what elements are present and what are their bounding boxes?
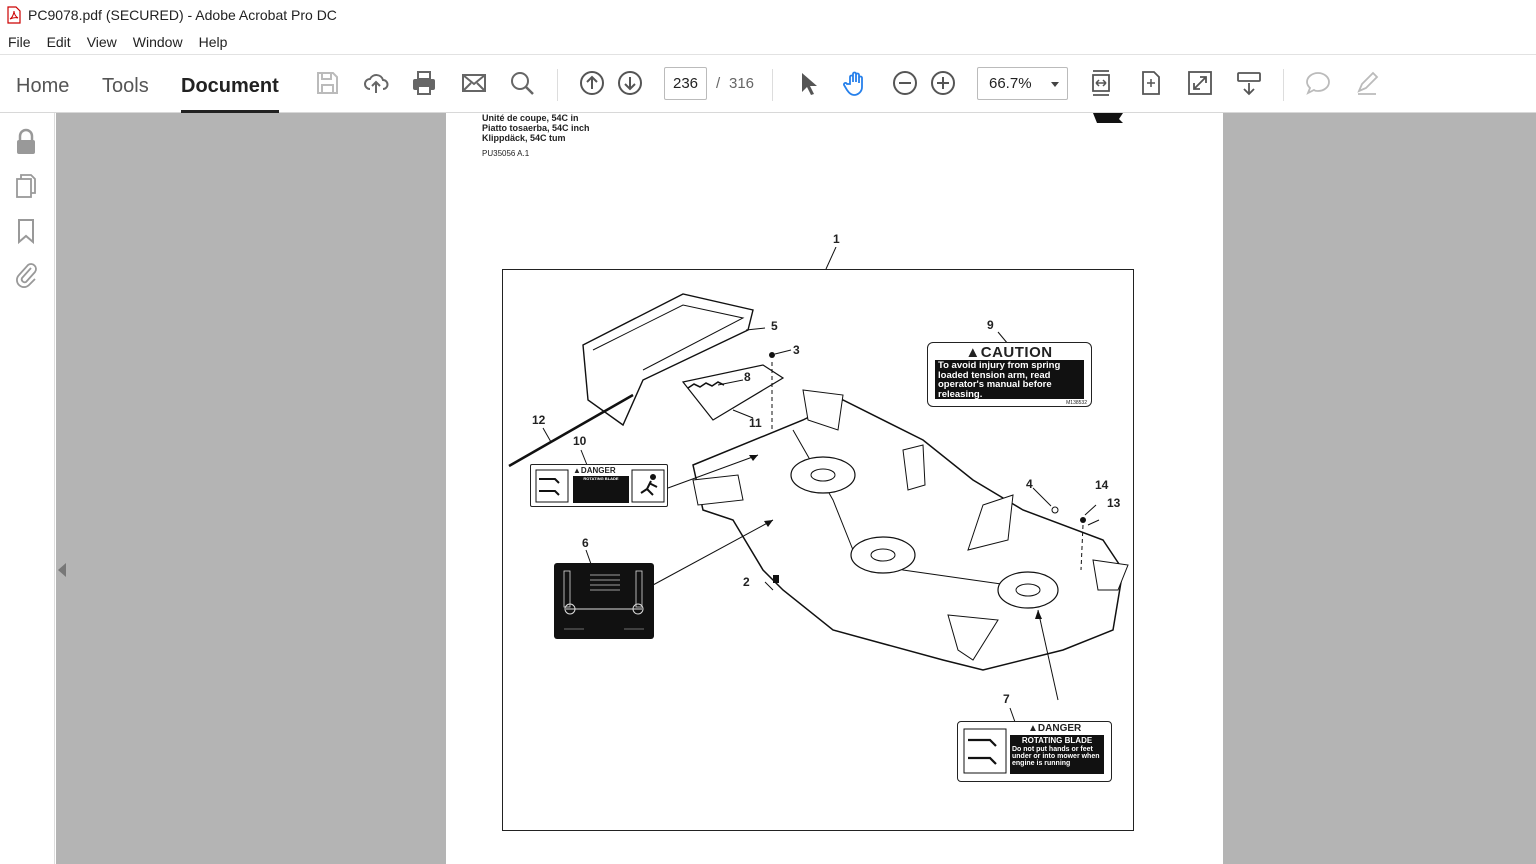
- title-bar: PC9078.pdf (SECURED) - Adobe Acrobat Pro…: [0, 0, 1536, 30]
- tab-home[interactable]: Home: [16, 75, 69, 113]
- menu-file[interactable]: File: [0, 34, 39, 50]
- brand-mark-graphic: [1093, 113, 1123, 123]
- zoom-in-icon[interactable]: [927, 67, 959, 99]
- document-code: PU35056 A.1: [482, 149, 530, 158]
- toolbar-separator: [1283, 69, 1284, 101]
- navigation-pane: [0, 113, 55, 864]
- page-separator: /: [716, 75, 721, 92]
- menu-help[interactable]: Help: [191, 34, 236, 50]
- toolbar-separator: [772, 69, 773, 101]
- caution-part-number: M138532: [1066, 400, 1087, 406]
- hand-foot-hazard-pictogram: [963, 728, 1007, 774]
- callout-number: 7: [1003, 692, 1010, 706]
- danger-decal-large: ▲DANGER ROTATING BLADE Do not put hands …: [957, 721, 1112, 782]
- scroll-mode-icon[interactable]: [1233, 67, 1265, 99]
- page-total: 316: [729, 75, 755, 92]
- warning-triangle-icon: ▲: [573, 466, 581, 475]
- next-page-icon[interactable]: [614, 67, 646, 99]
- pdf-page: Unité de coupe, 54C in Piatto tosaerba, …: [446, 113, 1223, 864]
- zoom-level-select[interactable]: 66.7%: [977, 67, 1068, 100]
- attachment-icon[interactable]: [12, 259, 40, 289]
- callout-number: 5: [771, 319, 778, 333]
- callout-number: 2: [743, 575, 750, 589]
- hand-hazard-pictogram: [535, 469, 569, 503]
- page-thumbnails-icon[interactable]: [12, 171, 40, 201]
- warning-triangle-icon: ▲: [965, 344, 981, 361]
- danger-text-large: ROTATING BLADE Do not put hands or feet …: [1010, 735, 1104, 774]
- callout-number: 8: [744, 370, 751, 384]
- callout-number: 13: [1107, 496, 1121, 510]
- menu-edit[interactable]: Edit: [39, 34, 79, 50]
- zoom-level-value: 66.7%: [989, 75, 1032, 92]
- cutting-height-decal: [554, 563, 654, 639]
- warning-triangle-icon: ▲: [1028, 723, 1038, 734]
- toolbar: Home Tools Document 236 / 316 66.7%: [0, 54, 1536, 113]
- page-number-input[interactable]: 236: [664, 67, 707, 100]
- full-screen-icon[interactable]: [1184, 67, 1216, 99]
- tab-document[interactable]: Document: [181, 75, 279, 113]
- tab-tools[interactable]: Tools: [102, 75, 149, 113]
- select-arrow-icon[interactable]: [791, 67, 823, 99]
- email-icon[interactable]: [458, 67, 490, 99]
- menu-bar: File Edit View Window Help: [0, 30, 1536, 54]
- rotate-page-icon[interactable]: [1135, 67, 1167, 99]
- chevron-down-icon: [1051, 82, 1059, 87]
- danger-decal-small: ▲DANGER ROTATING BLADE: [530, 464, 668, 507]
- zoom-out-icon[interactable]: [889, 67, 921, 99]
- leader-line: [825, 247, 837, 270]
- toolbar-separator: [557, 69, 558, 101]
- bookmark-icon[interactable]: [12, 216, 40, 246]
- caution-text: To avoid injury from spring loaded tensi…: [935, 360, 1084, 399]
- comment-icon[interactable]: [1302, 67, 1334, 99]
- callout-number: 6: [582, 536, 589, 550]
- page-header-line: Piatto tosaerba, 54C inch: [482, 123, 590, 133]
- print-icon[interactable]: [408, 67, 440, 99]
- menu-view[interactable]: View: [79, 34, 125, 50]
- upload-cloud-icon[interactable]: [360, 67, 392, 99]
- danger-text-small: ROTATING BLADE: [573, 476, 629, 503]
- danger-body-text: Do not put hands or feet under or into m…: [1012, 746, 1100, 767]
- search-icon[interactable]: [506, 67, 538, 99]
- danger-heading-small: ▲DANGER: [573, 466, 616, 475]
- highlight-pen-icon[interactable]: [1351, 67, 1383, 99]
- callout-number: 9: [987, 318, 994, 332]
- callout-number: 3: [793, 343, 800, 357]
- danger-subheading: ROTATING BLADE: [1021, 736, 1093, 745]
- hand-tool-icon[interactable]: [840, 67, 872, 99]
- window-title: PC9078.pdf (SECURED) - Adobe Acrobat Pro…: [28, 7, 337, 23]
- cutting-height-diagram: [563, 570, 644, 630]
- menu-window[interactable]: Window: [125, 34, 191, 50]
- pdf-file-icon: [6, 6, 22, 24]
- callout-number: 1: [833, 232, 840, 246]
- caution-decal: ▲CAUTION To avoid injury from spring loa…: [927, 342, 1092, 407]
- callout-number: 10: [573, 434, 587, 448]
- thrown-object-pictogram: [631, 469, 665, 503]
- callout-number: 12: [532, 413, 546, 427]
- danger-heading-large: ▲DANGER: [1028, 723, 1082, 734]
- callout-number: 14: [1095, 478, 1109, 492]
- lock-icon[interactable]: [12, 127, 40, 157]
- expand-pane-arrow-icon[interactable]: [58, 563, 66, 577]
- fit-page-icon[interactable]: [1085, 67, 1117, 99]
- save-icon[interactable]: [311, 67, 343, 99]
- previous-page-icon[interactable]: [576, 67, 608, 99]
- caution-heading: ▲CAUTION: [965, 344, 1053, 361]
- callout-number: 11: [749, 416, 762, 430]
- callout-number: 4: [1026, 477, 1033, 491]
- page-header-line: Unité de coupe, 54C in: [482, 113, 579, 123]
- page-header-line: Klippdäck, 54C tum: [482, 133, 566, 143]
